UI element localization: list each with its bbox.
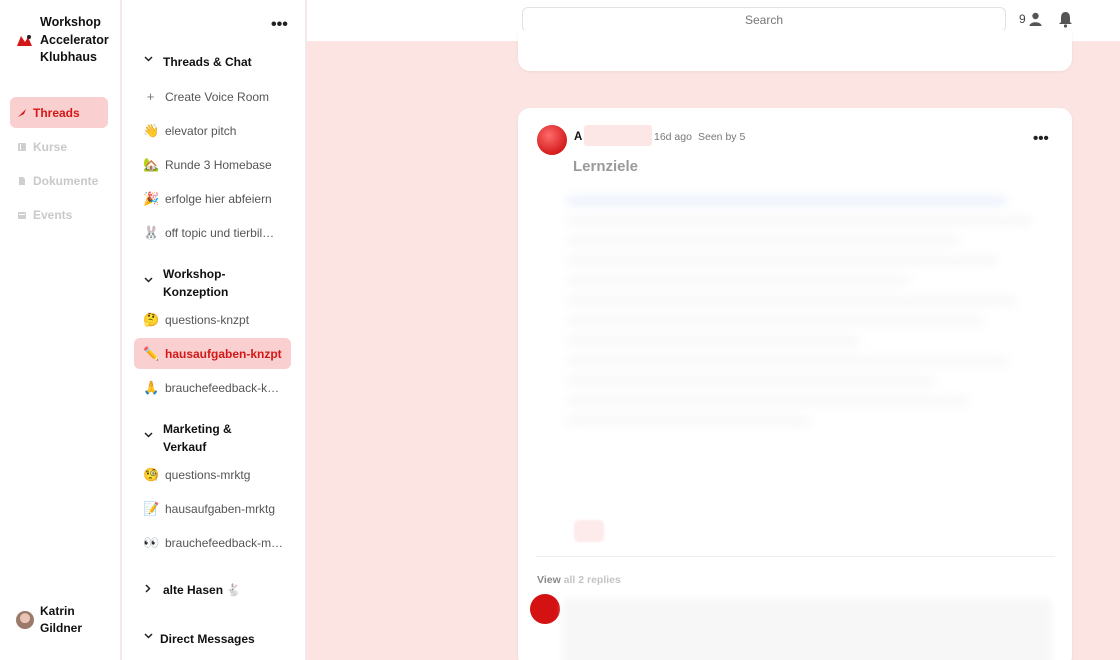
channel-create-voice-room[interactable]: + Create Voice Room (134, 81, 291, 112)
rail-item-label: Kurse (33, 139, 68, 154)
view-replies-link[interactable]: View all 2 replies (537, 574, 621, 586)
chevron-down-icon (142, 633, 154, 639)
current-user[interactable]: Katrin Gildner (16, 603, 96, 637)
channel-label: erfolge hier abfeiern (165, 191, 272, 206)
reaction-button[interactable] (574, 520, 604, 542)
rail-nav: Threads Kurse Dokumente Events (10, 97, 108, 233)
channel-label: off topic und tierbil… (165, 225, 275, 240)
channel-brauchefeedback-mrktg[interactable]: 👀 brauchefeedback-m… (134, 527, 291, 558)
eyes-icon: 👀 (143, 534, 160, 550)
reply-avatar[interactable] (530, 594, 560, 624)
rail-item-dokumente[interactable]: Dokumente (10, 165, 108, 196)
section-direct-messages[interactable]: Direct Messages (142, 631, 270, 649)
channel-label: hausaufgaben-mrktg (165, 501, 276, 516)
book-icon (17, 142, 27, 152)
party-icon: 🎉 (143, 190, 160, 206)
post-timestamp: 16d ago (654, 131, 692, 143)
post-card: A 16d ago Seen by 5 ••• Lernziele View a… (518, 108, 1072, 660)
document-icon (17, 176, 27, 186)
section-label: Workshop-Konzeption (163, 267, 229, 299)
rail-item-threads[interactable]: Threads (10, 97, 108, 128)
channel-label: Runde 3 Homebase (165, 157, 272, 172)
channel-erfolge[interactable]: 🎉 erfolge hier abfeiern (134, 183, 291, 214)
channel-questions-knzpt[interactable]: 🤔 questions-knzpt (134, 304, 291, 335)
section-marketing-verkauf[interactable]: Marketing & Verkauf (142, 421, 243, 456)
reply-preview-blurred (562, 598, 1052, 660)
thinking-icon: 🤔 (143, 311, 160, 327)
rail-item-label: Dokumente (33, 173, 99, 188)
bell-icon (1059, 12, 1072, 28)
view-replies-prefix: View (537, 574, 564, 586)
section-label: alte Hasen 🐇 (163, 583, 242, 597)
channel-elevator-pitch[interactable]: 👋 elevator pitch (134, 115, 291, 146)
channel-hausaufgaben-knzpt[interactable]: ✏️ hausaufgaben-knzpt (134, 338, 291, 369)
workspace-name: Workshop Accelerator Klubhaus (40, 15, 109, 64)
channel-label: hausaufgaben-knzpt (165, 346, 282, 361)
channel-hausaufgaben-mrktg[interactable]: 📝 hausaufgaben-mrktg (134, 493, 291, 524)
monocle-icon: 🧐 (143, 466, 160, 482)
divider (536, 556, 1055, 557)
avatar (16, 611, 34, 629)
pray-icon: 🙏 (143, 379, 160, 395)
logo-icon (17, 35, 32, 47)
redacted-name (584, 125, 652, 146)
memo-icon: 📝 (143, 500, 160, 516)
chevron-down-icon (142, 56, 154, 62)
post-more-button[interactable]: ••• (1033, 130, 1049, 147)
section-workshop-konzeption[interactable]: Workshop-Konzeption (142, 266, 243, 301)
quill-icon (17, 108, 27, 118)
seen-by[interactable]: Seen by 5 (698, 131, 745, 143)
author-avatar[interactable] (537, 125, 567, 155)
chevron-down-icon (142, 432, 154, 438)
plus-icon: + (146, 89, 155, 104)
section-threads-chat[interactable]: Threads & Chat (142, 54, 273, 72)
channel-runde-3-homebase[interactable]: 🏡 Runde 3 Homebase (134, 149, 291, 180)
house-icon: 🏡 (143, 156, 160, 172)
channel-label: questions-knzpt (165, 312, 250, 327)
pencil-icon: ✏️ (143, 345, 160, 361)
rail-item-label: Events (33, 207, 73, 222)
workspace-brand[interactable]: Workshop Accelerator Klubhaus (16, 14, 116, 67)
previous-post-card (518, 30, 1072, 71)
rail-item-events[interactable]: Events (10, 199, 108, 230)
view-replies-rest: all 2 replies (563, 574, 621, 586)
user-name: Katrin Gildner (40, 604, 83, 635)
chevron-down-icon (142, 277, 154, 283)
section-label: Direct Messages (160, 632, 255, 646)
channel-label: brauchefeedback-k… (165, 380, 280, 395)
section-alte-hasen[interactable]: alte Hasen 🐇 (142, 582, 273, 600)
author-name[interactable]: A (574, 131, 582, 143)
rail-item-kurse[interactable]: Kurse (10, 131, 108, 162)
chevron-right-icon (142, 584, 154, 593)
wave-icon: 👋 (143, 122, 160, 138)
search-input[interactable] (522, 7, 1006, 32)
rail-item-label: Threads (33, 105, 80, 120)
sidebar-more-button[interactable]: ••• (271, 16, 288, 34)
channel-sidebar: ••• Threads & Chat + Create Voice Room 👋… (122, 0, 306, 660)
online-count: 9 (1019, 12, 1026, 26)
post-body-blurred (566, 188, 1056, 518)
post-title: Lernziele (573, 158, 639, 175)
channel-label: Create Voice Room (165, 89, 270, 104)
bunny-icon: 🐰 (143, 224, 160, 240)
channel-brauchefeedback-knzpt[interactable]: 🙏 brauchefeedback-k… (134, 372, 291, 403)
channel-off-topic[interactable]: 🐰 off topic und tierbil… (134, 217, 291, 248)
channel-label: questions-mrktg (165, 467, 251, 482)
person-icon (1029, 12, 1042, 26)
channel-questions-mrktg[interactable]: 🧐 questions-mrktg (134, 459, 291, 490)
section-label: Threads & Chat (163, 55, 252, 69)
online-members[interactable]: 9 (1019, 12, 1042, 26)
calendar-icon (17, 210, 27, 220)
channel-label: elevator pitch (165, 123, 237, 138)
channel-label: brauchefeedback-m… (165, 535, 284, 550)
workspace-rail: Workshop Accelerator Klubhaus Threads Ku… (0, 0, 121, 660)
section-label: Marketing & Verkauf (163, 422, 232, 454)
